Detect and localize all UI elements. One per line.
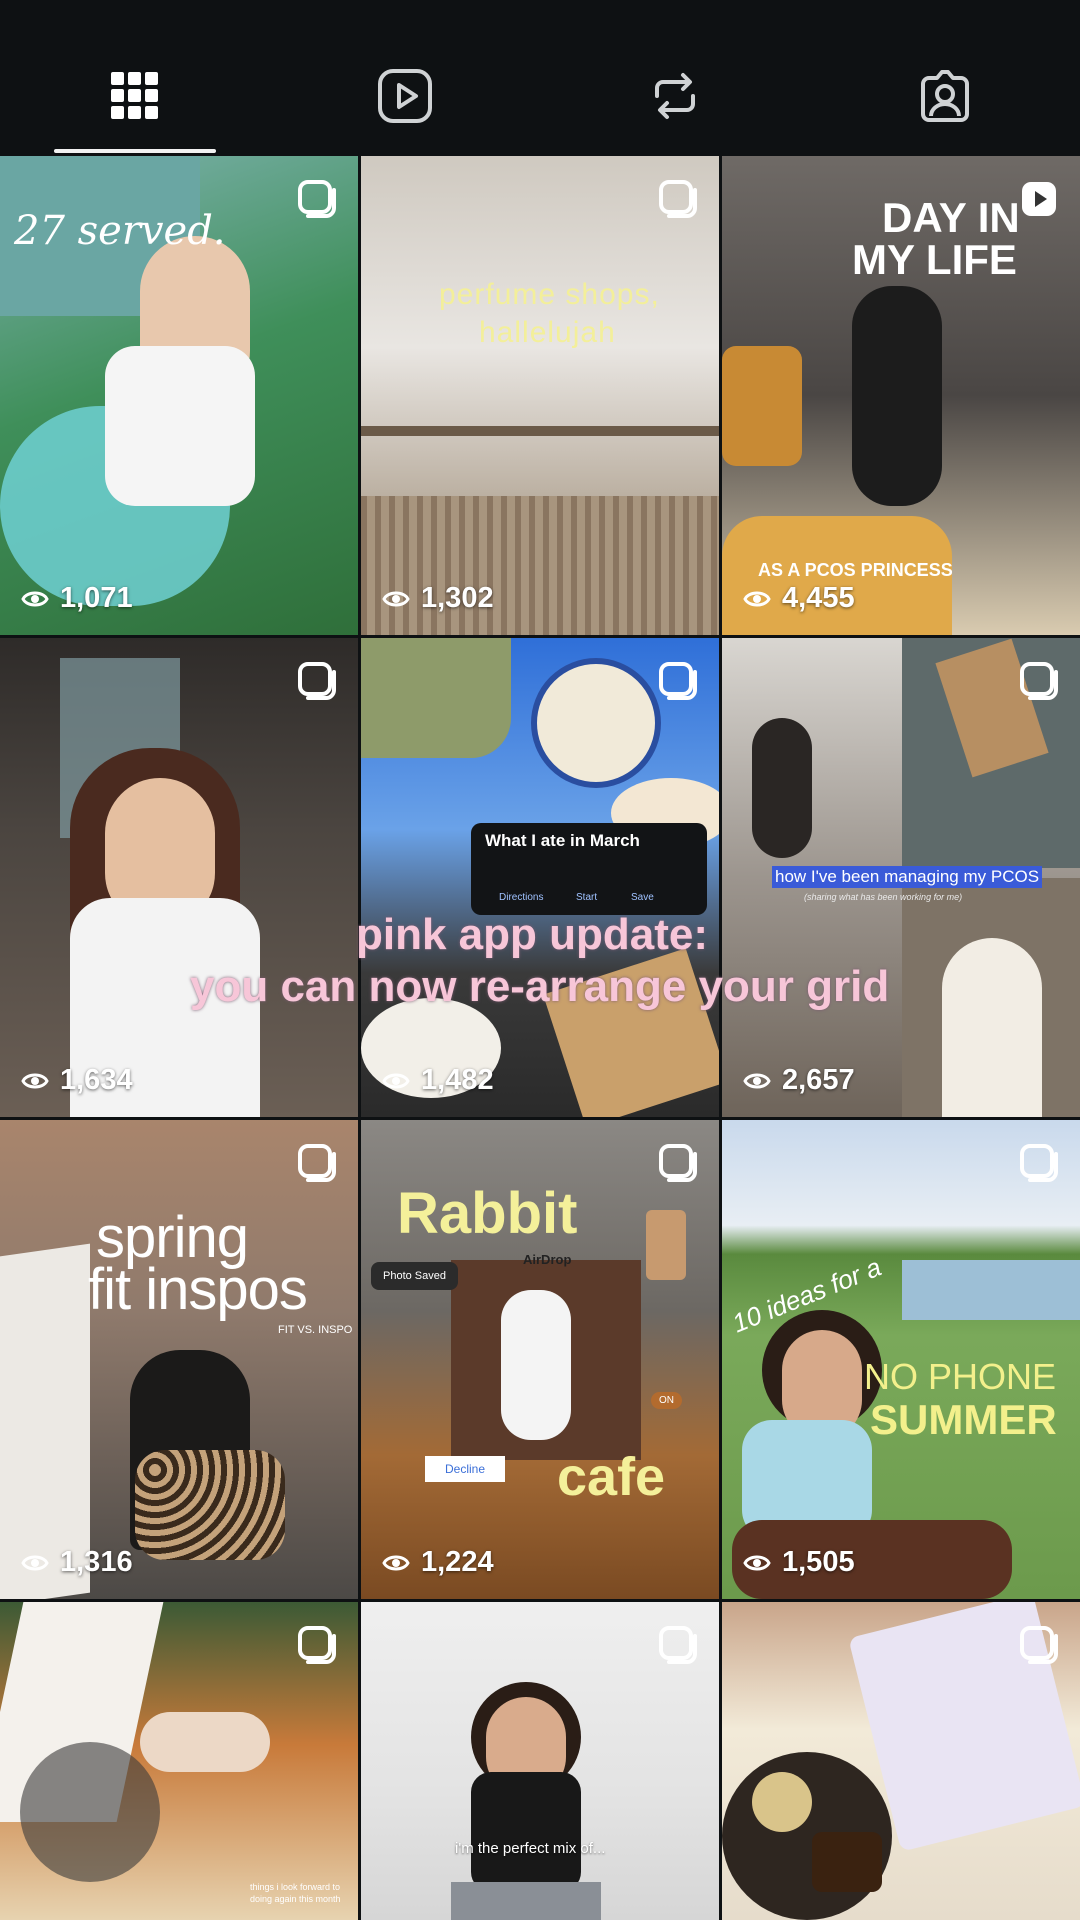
post-caption-overlay: Rabbit bbox=[397, 1181, 578, 1246]
reel-icon bbox=[296, 1142, 338, 1184]
post-tile[interactable]: DAY IN MY LIFE AS A PCOS PRINCESS 4,455 bbox=[722, 156, 1080, 635]
post-tile[interactable]: 1,634 bbox=[0, 638, 358, 1117]
reel-icon bbox=[296, 178, 338, 220]
photo-saved-toast: Photo Saved bbox=[371, 1262, 458, 1290]
reel-icon bbox=[1018, 178, 1060, 220]
eye-icon bbox=[21, 591, 49, 606]
view-count: 1,071 bbox=[20, 582, 133, 615]
post-caption-overlay: how I've been managing my PCOS bbox=[772, 866, 1043, 888]
reel-icon bbox=[296, 660, 338, 702]
post-caption-overlay: cafe bbox=[557, 1447, 666, 1507]
reel-icon bbox=[1018, 660, 1060, 702]
post-caption-overlay: i'm the perfect mix of... bbox=[455, 1840, 606, 1857]
post-caption-overlay: doing again this month bbox=[250, 1894, 341, 1904]
post-caption-overlay: FIT VS. INSPO bbox=[278, 1324, 353, 1336]
place-card-title: What I ate in March bbox=[485, 831, 640, 850]
view-count: 1,634 bbox=[20, 1064, 133, 1097]
post-grid: 27 served. 1,071 perfume shops, halleluj… bbox=[0, 156, 1080, 1920]
post-caption-overlay: AS A PCOS PRINCESS bbox=[758, 560, 953, 580]
post-tile[interactable]: Rabbit cafe Photo Saved AirDrop Decline … bbox=[361, 1120, 719, 1599]
save-button: Save bbox=[631, 892, 654, 903]
post-caption-overlay: (sharing what has been working for me) bbox=[804, 892, 963, 902]
view-count: 1,316 bbox=[20, 1546, 133, 1579]
post-caption-overlay: hallelujah bbox=[479, 316, 616, 349]
grid-update-banner-line2: you can now re-arrange your grid bbox=[190, 962, 890, 1011]
airdrop-label: AirDrop bbox=[523, 1252, 572, 1267]
post-caption-overlay: perfume shops, bbox=[439, 278, 660, 311]
view-count: 2,657 bbox=[742, 1064, 855, 1097]
eye-icon bbox=[382, 1073, 410, 1088]
post-caption-overlay: MY LIFE bbox=[852, 236, 1017, 283]
reel-icon bbox=[1018, 1142, 1060, 1184]
grid-icon bbox=[111, 72, 158, 119]
post-tile[interactable] bbox=[722, 1602, 1080, 1920]
post-tile[interactable]: 10 ideas for a NO PHONE SUMMER 1,505 bbox=[722, 1120, 1080, 1599]
tagged-person-icon bbox=[921, 70, 969, 122]
tab-tagged[interactable] bbox=[913, 64, 977, 128]
post-caption-overlay: 27 served. bbox=[14, 208, 226, 254]
grid-update-banner-line1: pink app update: bbox=[356, 910, 708, 959]
on-toggle: ON bbox=[651, 1392, 682, 1409]
post-tile[interactable]: spring fit inspos FIT VS. INSPO 1,316 bbox=[0, 1120, 358, 1599]
reels-icon bbox=[378, 69, 432, 123]
reel-icon bbox=[657, 1142, 699, 1184]
eye-icon bbox=[743, 591, 771, 606]
view-count: 1,505 bbox=[742, 1546, 855, 1579]
start-button: Start bbox=[576, 892, 598, 903]
decline-button: Decline bbox=[425, 1456, 506, 1482]
eye-icon bbox=[743, 1555, 771, 1570]
tab-reels[interactable] bbox=[373, 64, 437, 128]
view-count: 1,482 bbox=[381, 1064, 494, 1097]
eye-icon bbox=[382, 591, 410, 606]
reel-icon bbox=[657, 1624, 699, 1666]
post-tile[interactable]: things i look forward to doing again thi… bbox=[0, 1602, 358, 1920]
view-count: 4,455 bbox=[742, 582, 855, 615]
post-tile[interactable]: perfume shops, hallelujah 1,302 bbox=[361, 156, 719, 635]
directions-button: Directions bbox=[499, 892, 544, 903]
reel-icon bbox=[1018, 1624, 1060, 1666]
post-tile[interactable]: i'm the perfect mix of... bbox=[361, 1602, 719, 1920]
reel-icon bbox=[657, 660, 699, 702]
post-caption-overlay: things i look forward to bbox=[250, 1882, 341, 1892]
post-tile[interactable]: how I've been managing my PCOS (sharing … bbox=[722, 638, 1080, 1117]
post-caption-overlay: fit inspos bbox=[88, 1257, 308, 1322]
tab-grid[interactable] bbox=[103, 64, 167, 128]
tab-reposts[interactable] bbox=[643, 64, 707, 128]
repost-icon bbox=[655, 73, 695, 119]
eye-icon bbox=[21, 1555, 49, 1570]
active-tab-indicator bbox=[54, 149, 216, 153]
view-count: 1,224 bbox=[381, 1546, 494, 1579]
post-tile[interactable]: What I ate in March Directions Start Sav… bbox=[361, 638, 719, 1117]
post-caption-overlay: NO PHONE bbox=[864, 1356, 1057, 1397]
reel-icon bbox=[657, 178, 699, 220]
reel-icon bbox=[296, 1624, 338, 1666]
profile-tabs bbox=[0, 0, 1080, 156]
post-caption-overlay: DAY IN bbox=[882, 194, 1020, 241]
view-count: 1,302 bbox=[381, 582, 494, 615]
eye-icon bbox=[382, 1555, 410, 1570]
eye-icon bbox=[743, 1073, 771, 1088]
post-caption-overlay: SUMMER bbox=[870, 1396, 1057, 1443]
eye-icon bbox=[21, 1073, 49, 1088]
post-tile[interactable]: 27 served. 1,071 bbox=[0, 156, 358, 635]
